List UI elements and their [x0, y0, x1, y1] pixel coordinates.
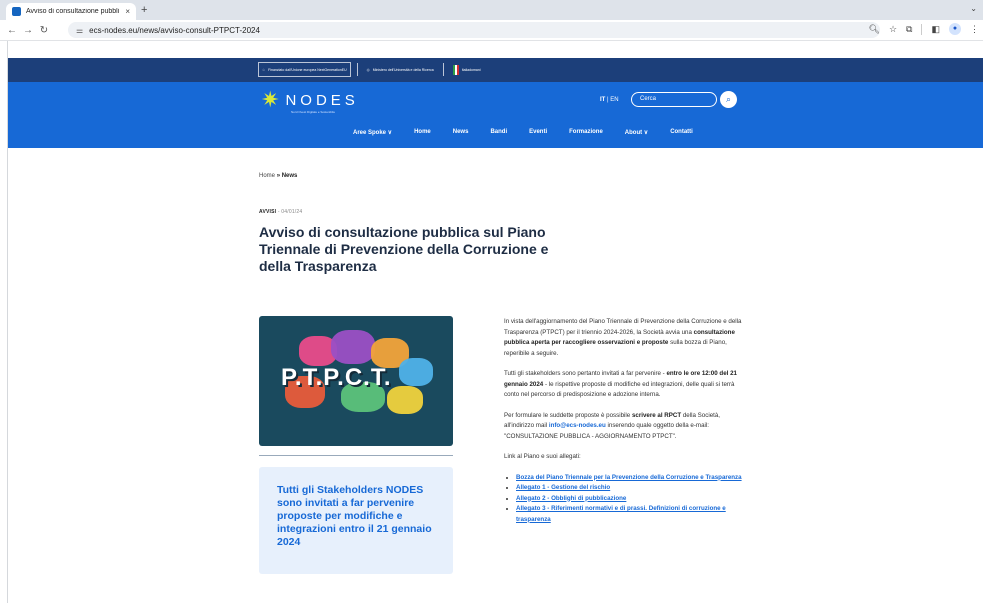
text-span: Tutti gli stakeholders sono pertanto inv…	[504, 370, 667, 377]
funding-logos: ☆ Finanziato dall'Unione europea NextGene…	[258, 62, 484, 77]
article-category[interactable]: AVVISI	[259, 209, 276, 215]
section-divider	[259, 455, 453, 456]
attachments-list: Bozza del Piano Triennale per la Prevenz…	[504, 473, 742, 526]
list-item: Allegato 3 - Riferimenti normativi e di …	[516, 504, 742, 525]
nav-about[interactable]: About ∨	[625, 129, 648, 136]
eu-logo-text: Finanziato dall'Unione europea NextGener…	[268, 67, 347, 72]
web-page: ☆ Finanziato dall'Unione europea NextGene…	[8, 41, 983, 603]
reload-icon[interactable]: ↻	[36, 25, 52, 36]
list-item: Allegato 1 - Gestione del rischio	[516, 483, 742, 494]
article-date: - 04/01/24	[277, 209, 303, 215]
site-info-icon[interactable]: ⚌	[76, 26, 83, 35]
main-nav: Aree Spoke ∨ Home News Bandi Eventi Form…	[353, 129, 715, 136]
page-title: Avviso di consultazione pubblica sul Pia…	[259, 224, 549, 274]
side-panel-icon[interactable]: ◧	[931, 24, 940, 35]
stakeholder-callout: Tutti gli Stakeholders NODES sono invita…	[259, 467, 453, 574]
text-bold: scrivere al RPCT	[631, 411, 682, 419]
brand-name: NODES	[285, 91, 359, 109]
breadcrumb: Home » News	[259, 173, 297, 179]
search-input[interactable]: Cerca	[631, 92, 717, 107]
nav-formazione[interactable]: Formazione	[569, 129, 603, 136]
site-header: ✷ NODES Nord Ovest Digitale e Sostenibil…	[8, 82, 983, 148]
back-arrow-icon[interactable]: ←	[4, 25, 20, 36]
speech-bubble-shape	[399, 358, 433, 386]
list-item: Allegato 2 - Obblighi di pubblicazione	[516, 494, 742, 505]
toolbar-divider	[921, 23, 923, 35]
brand-tagline: Nord Ovest Digitale e Sostenibile	[291, 110, 336, 114]
logo-divider	[356, 63, 358, 76]
tab-active[interactable]: Avviso di consultazione pubbli ×	[6, 3, 136, 20]
article-meta: AVVISI - 04/01/24	[259, 209, 302, 215]
tab-search-icon[interactable]: ⌄	[970, 4, 977, 13]
italian-flag-icon	[452, 64, 459, 75]
mur-logo[interactable]: ◎ Ministero dell'Università e della Ricer…	[364, 62, 437, 77]
list-item: Bozza del Piano Triennale per la Prevenz…	[516, 473, 742, 484]
nav-aree-spoke[interactable]: Aree Spoke ∨	[353, 129, 392, 136]
toolbar-actions: 🔍︎ ☆ ⧉ ◧ ● ⋮	[869, 23, 979, 35]
italiadomani-logo[interactable]: Italiadomani	[450, 62, 484, 77]
url-text: ecs-nodes.eu/news/avviso-consult-PTPCT-2…	[89, 25, 260, 35]
browser-window: Avviso di consultazione pubbli × + ⌄ ← →…	[0, 0, 983, 603]
nav-bandi[interactable]: Bandi	[490, 129, 507, 136]
eu-flag-icon: ☆	[262, 67, 266, 72]
link-bozza-piano[interactable]: Bozza del Piano Triennale per la Prevenz…	[516, 474, 742, 481]
paragraph-deadline: Tutti gli stakeholders sono pertanto inv…	[504, 369, 742, 401]
mur-emblem-icon: ◎	[366, 67, 370, 72]
nav-eventi[interactable]: Eventi	[529, 129, 547, 136]
address-bar[interactable]: ⚌ ecs-nodes.eu/news/avviso-consult-PTPCT…	[68, 22, 880, 38]
nav-news[interactable]: News	[453, 129, 469, 136]
mur-logo-text: Ministero dell'Università e della Ricerc…	[372, 67, 434, 72]
ptpct-illustration: P.T.P.C.T.	[259, 316, 453, 446]
nodes-logo[interactable]: ✷ NODES Nord Ovest Digitale e Sostenibil…	[261, 87, 359, 115]
tab-strip: Avviso di consultazione pubbli × + ⌄	[0, 0, 983, 20]
article-body: In vista dell'aggiornamento del Piano Tr…	[504, 317, 742, 525]
eu-funding-logo[interactable]: ☆ Finanziato dall'Unione europea NextGene…	[258, 62, 351, 77]
logo-divider	[442, 63, 444, 76]
funding-logos-band: ☆ Finanziato dall'Unione europea NextGene…	[8, 58, 983, 82]
viewport-left-edge	[0, 41, 8, 603]
new-tab-button[interactable]: +	[141, 4, 147, 16]
italiadomani-text: Italiadomani	[461, 67, 481, 72]
ptpct-image-text: P.T.P.C.T.	[281, 364, 392, 391]
link-allegato-1[interactable]: Allegato 1 - Gestione del rischio	[516, 484, 610, 491]
text-span: Per formulare le suddette proposte è pos…	[504, 411, 632, 419]
menu-kebab-icon[interactable]: ⋮	[970, 24, 979, 35]
paragraph-links-intro: Link al Piano e suoi allegati:	[504, 453, 581, 460]
speech-bubble-shape	[387, 386, 423, 414]
lang-en[interactable]: EN	[610, 97, 618, 103]
zoom-icon[interactable]: 🔍︎	[869, 24, 880, 35]
tab-close-icon[interactable]: ×	[125, 7, 130, 16]
profile-avatar-icon[interactable]: ●	[949, 23, 961, 35]
paragraph-contact: Per formulare le suddette proposte è pos…	[504, 411, 742, 443]
paragraph-intro: In vista dell'aggiornamento del Piano Tr…	[504, 317, 742, 359]
browser-toolbar: ← → ↻ ⚌ ecs-nodes.eu/news/avviso-consult…	[0, 20, 983, 41]
extensions-icon[interactable]: ⧉	[906, 24, 912, 35]
site-favicon-icon	[12, 7, 21, 16]
link-allegato-2[interactable]: Allegato 2 - Obblighi di pubblicazione	[516, 495, 626, 502]
breadcrumb-current[interactable]: News	[282, 173, 298, 179]
speech-bubble-shape	[331, 330, 375, 364]
search-icon[interactable]: ⌕	[720, 91, 737, 108]
nav-contatti[interactable]: Contatti	[670, 129, 693, 136]
language-switcher: IT | EN	[600, 97, 619, 103]
breadcrumb-separator: »	[276, 173, 281, 179]
nodes-star-icon: ✷	[261, 87, 280, 112]
email-link[interactable]: info@ecs-nodes.eu	[549, 422, 606, 429]
forward-arrow-icon[interactable]: →	[20, 25, 36, 36]
lang-separator: |	[607, 97, 609, 103]
bookmark-star-icon[interactable]: ☆	[889, 24, 897, 35]
nav-home[interactable]: Home	[414, 129, 431, 136]
lang-it[interactable]: IT	[600, 97, 605, 103]
tab-title: Avviso di consultazione pubbli	[26, 8, 120, 15]
breadcrumb-home[interactable]: Home	[259, 173, 275, 179]
link-allegato-3[interactable]: Allegato 3 - Riferimenti normativi e di …	[516, 505, 726, 523]
